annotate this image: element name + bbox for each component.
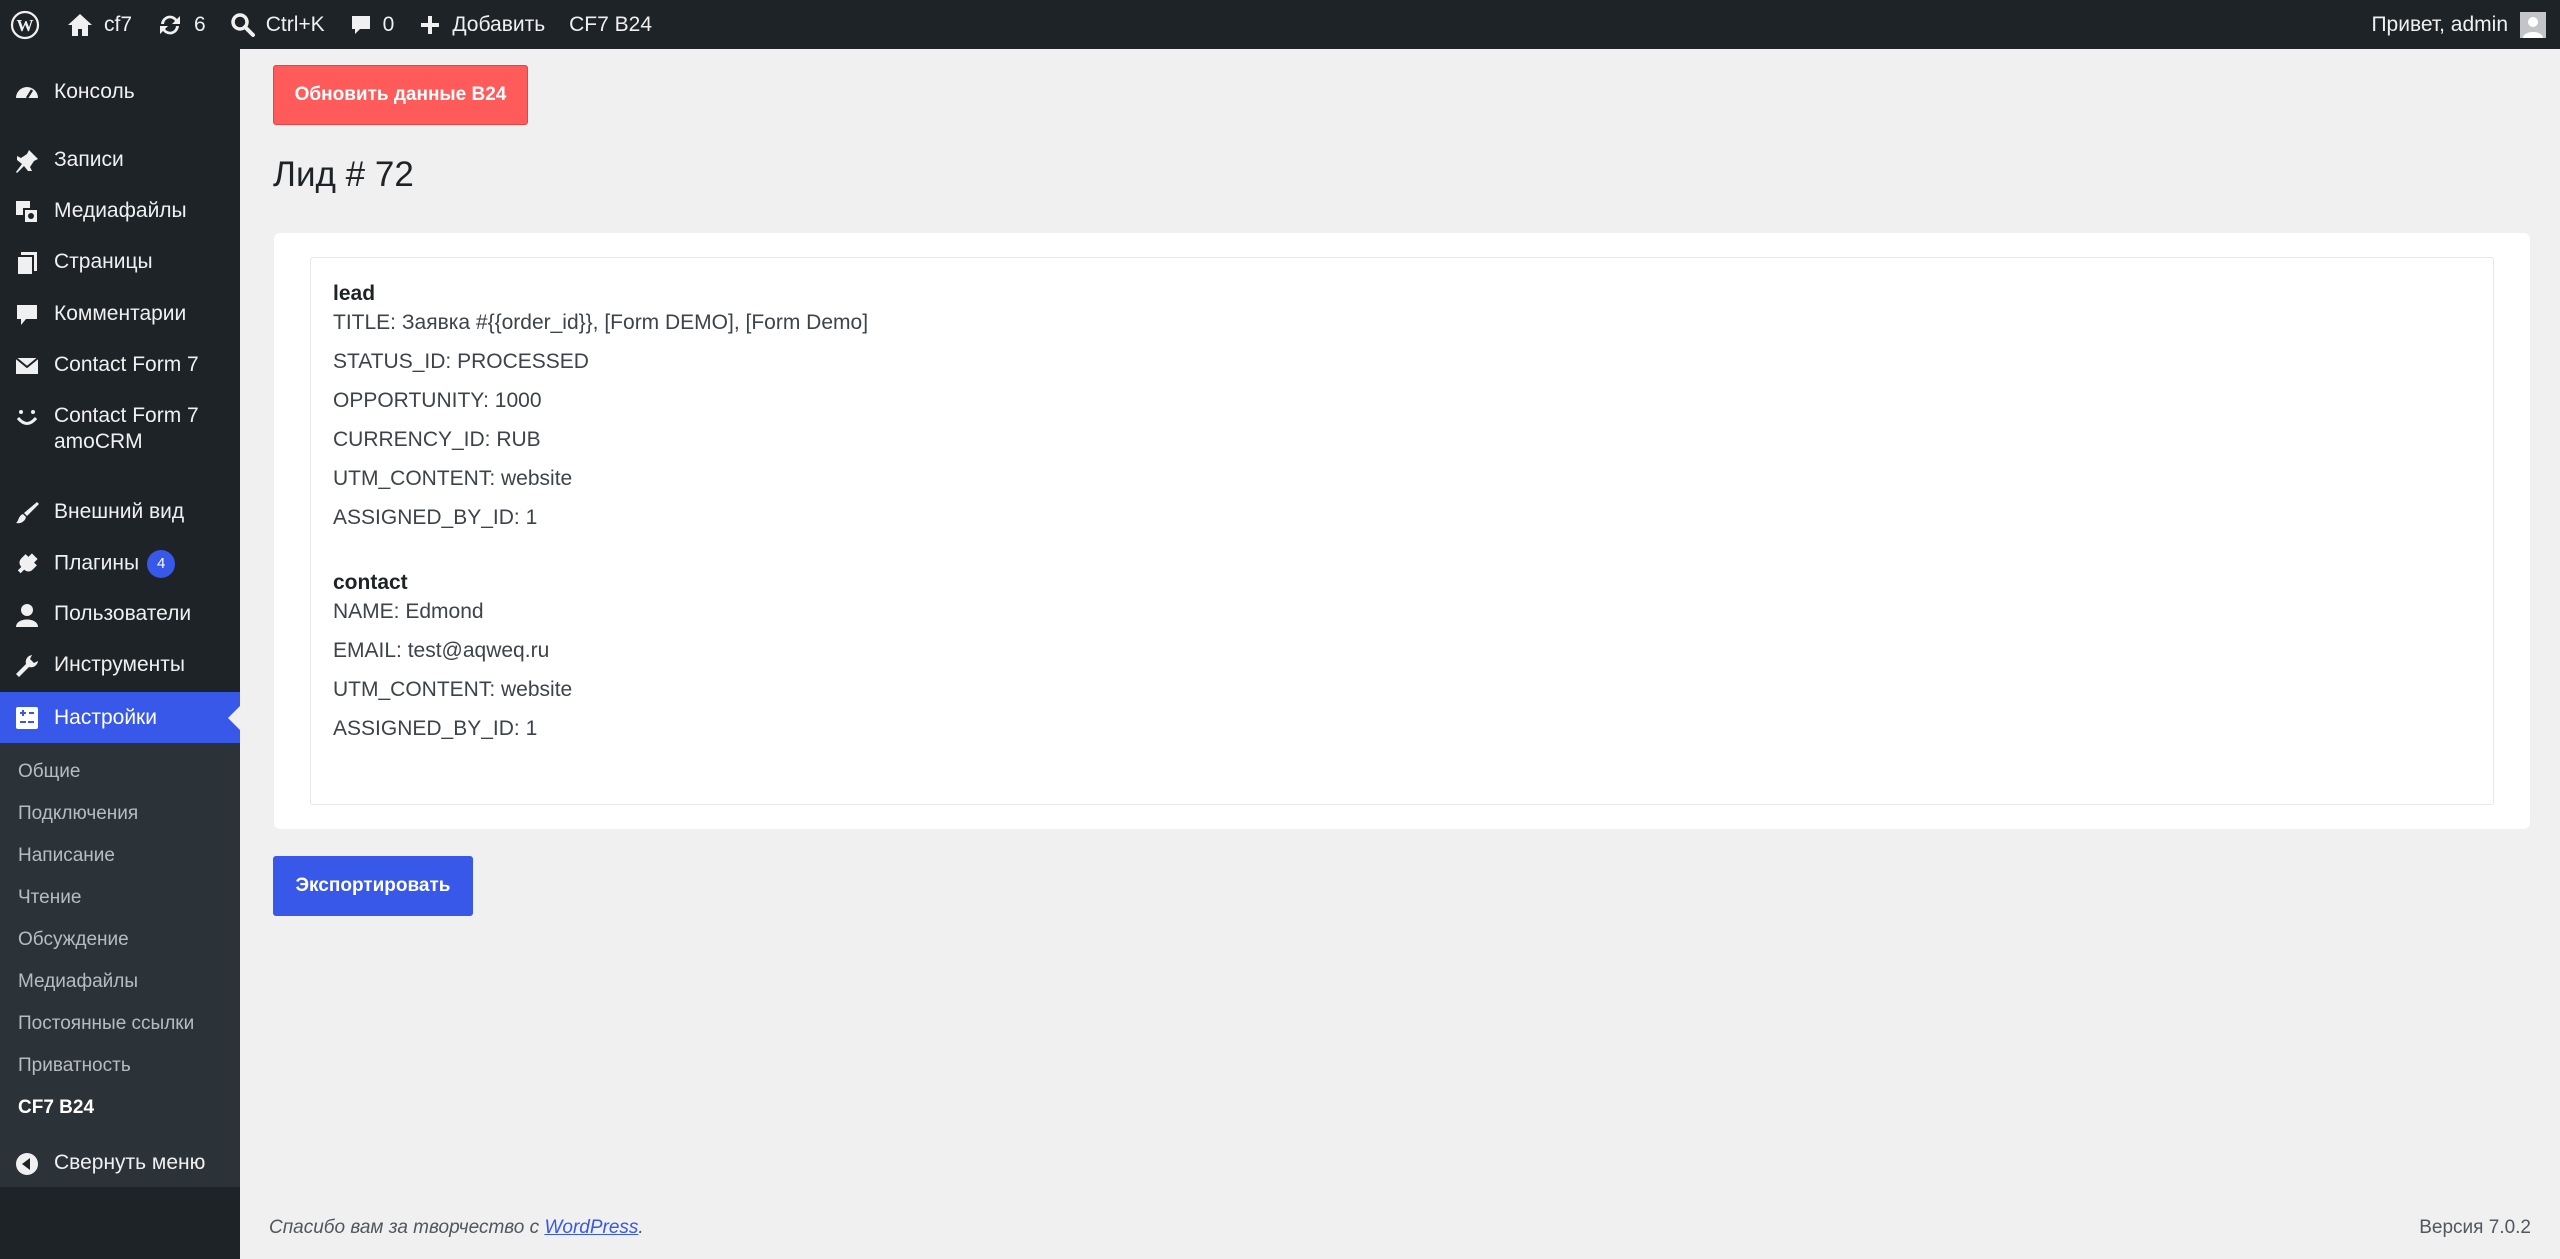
comment-icon	[0, 301, 54, 329]
sidebar-item-label: Консоль	[54, 80, 135, 103]
media-icon	[0, 198, 54, 226]
submenu-item-connections[interactable]: Подключения	[18, 802, 138, 826]
lead-field: ASSIGNED_BY_ID: 1	[333, 506, 538, 529]
submenu-item-reading[interactable]: Чтение	[18, 886, 81, 910]
submenu-item-writing[interactable]: Написание	[18, 844, 115, 868]
wordpress-link[interactable]: WordPress	[544, 1217, 638, 1238]
export-button[interactable]: Экспортировать	[273, 856, 473, 916]
sidebar-item-tools[interactable]: Инструменты	[0, 652, 240, 680]
sidebar-item-label: Пользователи	[54, 602, 192, 625]
pin-icon	[0, 147, 54, 175]
plugins-update-badge: 4	[147, 550, 176, 578]
submenu-item-cf7-b24[interactable]: CF7 B24	[18, 1096, 94, 1120]
collapse-menu-label: Свернуть меню	[54, 1151, 206, 1174]
wrench-icon	[0, 652, 54, 680]
sidebar-item-appearance[interactable]: Внешний вид	[0, 499, 240, 527]
user-icon	[0, 601, 54, 629]
sidebar-item-contact-form-7[interactable]: Contact Form 7	[0, 352, 240, 380]
lead-details-card: lead TITLE: Заявка #{{order_id}}, [Form …	[274, 233, 2530, 829]
search-shortcut: Ctrl+K	[265, 12, 325, 36]
refresh-icon	[156, 12, 184, 38]
sidebar-item-label: Contact Form 7 amoCRM	[54, 404, 199, 453]
submenu-item-general[interactable]: Общие	[18, 760, 80, 784]
lead-field: UTM_CONTENT: website	[333, 467, 573, 490]
footer-period: .	[638, 1217, 644, 1238]
sidebar-item-label: Записи	[54, 148, 124, 171]
admin-bar: W cf7 6 Ctrl+K 0 Добавить CF7 B24 Привет…	[0, 0, 2560, 49]
user-account-link[interactable]: Привет, admin	[2359, 0, 2560, 49]
lead-details-panel: lead TITLE: Заявка #{{order_id}}, [Form …	[310, 257, 2494, 805]
submenu-item-media[interactable]: Медиафайлы	[18, 970, 138, 994]
main-content: Обновить данные B24 Лид # 72 lead TITLE:…	[240, 49, 2560, 1259]
sidebar-item-pages[interactable]: Страницы	[0, 249, 240, 277]
submenu-item-permalinks[interactable]: Постоянные ссылки	[18, 1012, 194, 1036]
footer-thanks: Спасибо вам за творчество с WordPress.	[269, 1217, 644, 1239]
site-name: cf7	[104, 12, 133, 36]
footer-thanks-text: Спасибо вам за творчество с	[269, 1217, 545, 1238]
collapse-icon	[0, 1150, 54, 1178]
plugin-link[interactable]: CF7 B24	[557, 0, 664, 49]
collapse-menu-button[interactable]: Свернуть меню	[0, 1150, 240, 1178]
add-new-label: Добавить	[452, 12, 546, 36]
comments-link[interactable]: 0	[337, 0, 407, 49]
contact-field: NAME: Edmond	[333, 600, 484, 623]
submenu-item-privacy[interactable]: Приватность	[18, 1054, 131, 1078]
sidebar-item-media[interactable]: Медиафайлы	[0, 198, 240, 226]
contact-section-heading: contact	[333, 571, 408, 594]
sidebar-item-settings[interactable]: Настройки	[0, 692, 240, 744]
admin-sidebar: Консоль Записи Медиафайлы Страницы Комме…	[0, 49, 240, 1259]
plugin-link-label: CF7 B24	[569, 12, 653, 36]
updates-count: 6	[194, 12, 206, 36]
sidebar-item-label: Внешний вид	[54, 500, 185, 523]
updates-link[interactable]: 6	[144, 0, 218, 49]
brush-icon	[0, 499, 54, 527]
add-new-link[interactable]: Добавить	[406, 0, 557, 49]
wordpress-logo-icon[interactable]: W	[0, 0, 54, 49]
search-icon	[230, 12, 256, 38]
sidebar-item-label: Contact Form 7	[54, 353, 199, 376]
lead-field: OPPORTUNITY: 1000	[333, 389, 542, 412]
site-name-link[interactable]: cf7	[54, 0, 144, 49]
avatar	[2520, 11, 2546, 38]
contact-field: UTM_CONTENT: website	[333, 678, 573, 701]
smile-icon	[0, 403, 54, 431]
sidebar-item-label: Настройки	[54, 706, 157, 729]
sidebar-item-label: Плагины	[54, 551, 140, 575]
sidebar-item-label: Инструменты	[54, 653, 185, 676]
sidebar-item-label: Комментарии	[54, 302, 187, 325]
sidebar-item-label: Страницы	[54, 250, 153, 273]
pages-icon	[0, 249, 54, 277]
user-greeting: Привет, admin	[2371, 12, 2508, 36]
sidebar-item-dashboard[interactable]: Консоль	[0, 79, 240, 107]
settings-submenu: Общие Подключения Написание Чтение Обсуж…	[0, 743, 240, 1187]
svg-text:W: W	[17, 16, 34, 35]
search-link[interactable]: Ctrl+K	[218, 0, 337, 49]
comments-count: 0	[382, 12, 395, 36]
settings-icon	[0, 704, 54, 732]
sidebar-item-users[interactable]: Пользователи	[0, 601, 240, 629]
lead-field: CURRENCY_ID: RUB	[333, 428, 541, 451]
plugin-icon	[0, 550, 54, 578]
refresh-b24-button[interactable]: Обновить данные B24	[273, 65, 528, 125]
home-icon	[66, 12, 94, 38]
submenu-item-discussion[interactable]: Обсуждение	[18, 928, 129, 952]
sidebar-item-plugins[interactable]: Плагины 4	[0, 550, 240, 578]
sidebar-item-comments[interactable]: Комментарии	[0, 301, 240, 329]
sidebar-item-contact-form-7-amocrm[interactable]: Contact Form 7 amoCRM	[0, 403, 240, 455]
lead-field: STATUS_ID: PROCESSED	[333, 350, 589, 373]
page-title: Лид # 72	[273, 155, 414, 194]
comment-icon	[349, 13, 373, 37]
lead-field: TITLE: Заявка #{{order_id}}, [Form DEMO]…	[333, 311, 869, 334]
contact-field: EMAIL: test@aqweq.ru	[333, 639, 550, 662]
dashboard-icon	[0, 79, 54, 107]
sidebar-item-label: Медиафайлы	[54, 199, 187, 222]
footer-version: Версия 7.0.2	[2419, 1217, 2531, 1238]
mail-icon	[0, 352, 54, 380]
lead-section-heading: lead	[333, 282, 376, 305]
sidebar-item-posts[interactable]: Записи	[0, 147, 240, 175]
plus-icon	[418, 13, 442, 37]
contact-field: ASSIGNED_BY_ID: 1	[333, 717, 538, 740]
